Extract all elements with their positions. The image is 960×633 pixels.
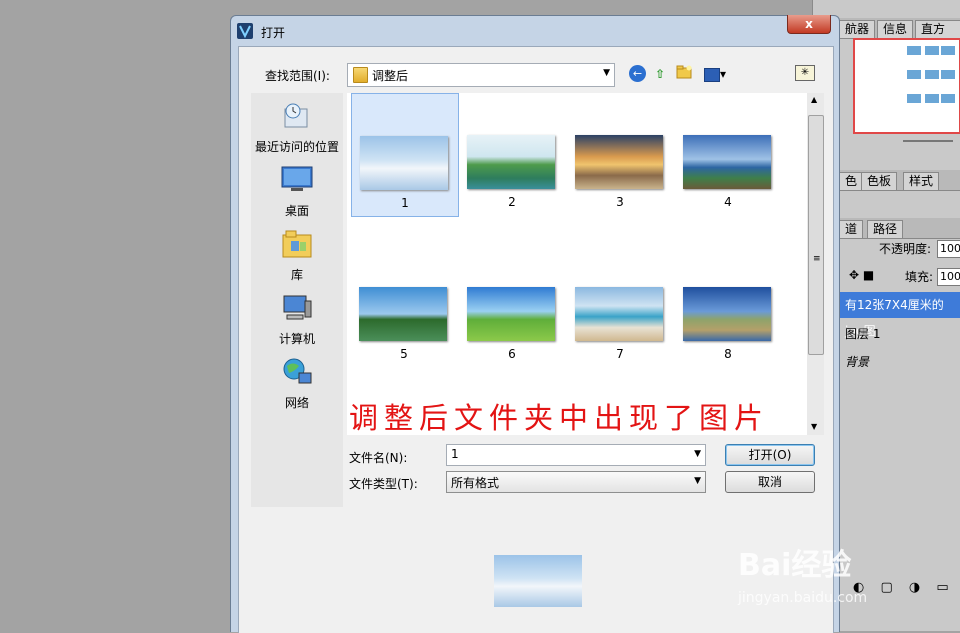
navigator-preview: [853, 38, 960, 134]
file-item-4[interactable]: 4: [675, 93, 781, 215]
opacity-label: 不透明度:: [879, 242, 932, 256]
cancel-button[interactable]: 取消: [725, 471, 815, 493]
libraries-icon: [282, 230, 312, 258]
close-button[interactable]: x: [787, 15, 831, 34]
open-button[interactable]: 打开(O): [725, 444, 815, 466]
place-network[interactable]: 网络: [251, 357, 343, 411]
file-label: 6: [508, 347, 516, 361]
place-label: 桌面: [284, 204, 309, 218]
filetype-value: 所有格式: [451, 476, 500, 490]
tab-info[interactable]: 信息: [877, 20, 914, 38]
preview-toggle-button[interactable]: ✳: [795, 65, 815, 81]
fill-label: 填充:: [905, 270, 934, 284]
place-libraries[interactable]: 库: [251, 229, 343, 283]
recent-places-icon: [284, 103, 308, 128]
computer-icon: [283, 295, 312, 320]
desktop-icon: [281, 166, 313, 191]
filetype-select[interactable]: 所有格式 ▼: [446, 471, 706, 493]
file-list[interactable]: 1 2 3 4 5 6 7 8: [347, 93, 807, 435]
place-computer[interactable]: 计算机: [251, 293, 343, 347]
view-menu-button[interactable]: ▾: [701, 65, 729, 83]
file-item-8[interactable]: 8: [675, 245, 781, 367]
file-label: 2: [508, 195, 516, 209]
title-bar[interactable]: 打开 x: [231, 15, 839, 46]
dialog-title: 打开: [261, 26, 286, 40]
tab-swatches[interactable]: 色板: [861, 172, 898, 190]
layer-tools[interactable]: ◐ ▢ ◑ ▭: [853, 580, 955, 595]
lookin-label: 查找范围(I):: [265, 69, 330, 83]
zoom-slider[interactable]: [903, 140, 953, 142]
thumbnail-beach-sunset: [575, 135, 663, 189]
tab-histogram[interactable]: 直方图: [915, 20, 960, 53]
up-folder-button[interactable]: ⇧: [651, 65, 669, 83]
thumbnail-lake-pavilion: [359, 287, 447, 341]
file-item-6[interactable]: 6: [459, 245, 565, 367]
place-label: 网络: [284, 396, 309, 410]
filename-label: 文件名(N):: [349, 451, 408, 465]
new-folder-icon: [676, 65, 692, 79]
place-label: 最近访问的位置: [254, 140, 339, 154]
filename-value: 1: [451, 447, 459, 461]
thumbnail-hill-lake: [683, 287, 771, 341]
file-label: 8: [724, 347, 732, 361]
tab-color[interactable]: 色: [839, 172, 864, 190]
back-button[interactable]: ←: [629, 65, 646, 82]
file-label: 3: [616, 195, 624, 209]
tab-styles[interactable]: 样式: [903, 172, 940, 190]
chevron-down-icon: ▼: [603, 68, 610, 78]
baidu-watermark-url: jingyan.baidu.com: [738, 590, 868, 606]
opacity-input[interactable]: 100: [937, 240, 960, 258]
view-grid-icon: [703, 67, 720, 82]
file-label: 4: [724, 195, 732, 209]
lock-icons[interactable]: ✥ ■: [849, 268, 874, 282]
baidu-watermark-logo: Bai经验: [738, 548, 852, 583]
scrollbar-thumb[interactable]: ≡: [808, 115, 824, 355]
network-icon: [283, 358, 312, 384]
image-preview: [494, 555, 582, 607]
place-recent[interactable]: 最近访问的位置: [251, 101, 343, 155]
place-label: 计算机: [278, 332, 315, 346]
file-label: 1: [401, 196, 409, 210]
tab-channels[interactable]: 道: [839, 220, 864, 238]
tab-navigator[interactable]: 航器: [839, 20, 876, 38]
thumbnail-blue-lake: [683, 135, 771, 189]
places-bar: 最近访问的位置 桌面 库 计算机 网络: [251, 93, 343, 507]
file-item-2[interactable]: 2: [459, 93, 565, 215]
lookin-dropdown[interactable]: 调整后 ▼: [347, 63, 615, 87]
fill-input[interactable]: 100: [937, 268, 960, 286]
file-item-5[interactable]: 5: [351, 245, 457, 367]
tab-paths[interactable]: 路径: [867, 220, 904, 238]
place-label: 库: [290, 268, 303, 282]
photoshop-app-icon: [237, 23, 253, 39]
file-list-scrollbar[interactable]: ▲ ≡ ▼: [807, 93, 824, 435]
file-label: 5: [400, 347, 408, 361]
new-folder-button[interactable]: [675, 65, 693, 83]
place-desktop[interactable]: 桌面: [251, 165, 343, 219]
chevron-down-icon: ▼: [694, 476, 701, 486]
thumbnail-coastline: [575, 287, 663, 341]
scroll-up-icon[interactable]: ▲: [811, 95, 817, 104]
thumbnail-rainbow-clouds: [360, 136, 448, 190]
filetype-label: 文件类型(T):: [349, 477, 418, 491]
chevron-down-icon[interactable]: ▼: [694, 449, 701, 459]
thumbnail-green-field: [467, 287, 555, 341]
lookin-value: 调整后: [372, 69, 409, 83]
file-label: 7: [616, 347, 624, 361]
filename-input[interactable]: 1 ▼: [446, 444, 706, 466]
thumbnail-golf-island: [467, 135, 555, 189]
folder-icon: [353, 67, 368, 83]
file-item-7[interactable]: 7: [567, 245, 673, 367]
annotation-caption: 调整后文件夹中出现了图片: [349, 401, 770, 435]
file-item-3[interactable]: 3: [567, 93, 673, 215]
file-item-1[interactable]: 1: [351, 93, 459, 217]
